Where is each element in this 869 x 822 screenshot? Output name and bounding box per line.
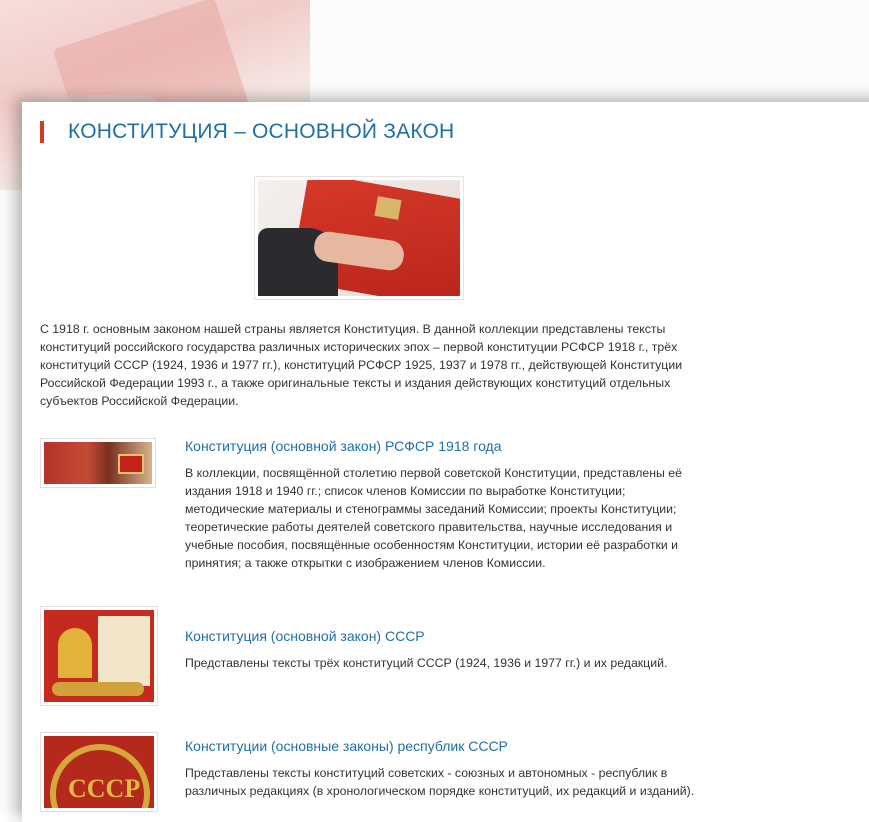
collection-title-link[interactable]: Конституция (основной закон) СССР bbox=[185, 628, 425, 644]
collection-description: Представлены тексты конституций советски… bbox=[185, 766, 695, 798]
thumbnail-image bbox=[44, 442, 152, 484]
thumbnail-image: СССР bbox=[44, 736, 154, 808]
thumbnail-emblem-text: СССР bbox=[68, 774, 141, 803]
collection-description: В коллекции, посвящённой столетию первой… bbox=[185, 466, 682, 570]
collection-title-link[interactable]: Конституции (основные законы) республик … bbox=[185, 738, 508, 754]
thumbnail-document bbox=[98, 616, 150, 686]
collection-description: Представлены тексты трёх конституций ССС… bbox=[185, 656, 668, 670]
title-accent-bar bbox=[40, 121, 44, 143]
thumbnail-branch bbox=[52, 682, 144, 696]
collection-thumbnail[interactable] bbox=[40, 438, 156, 488]
collection-thumbnail[interactable]: СССР bbox=[40, 732, 158, 812]
hero-emblem bbox=[374, 196, 402, 220]
hero-image bbox=[254, 176, 464, 300]
thumbnail-tower bbox=[58, 628, 92, 678]
intro-text: С 1918 г. основным законом нашей страны … bbox=[40, 322, 683, 408]
collection-title-link[interactable]: Конституция (основной закон) РСФСР 1918 … bbox=[185, 438, 502, 454]
hero-image-content bbox=[258, 180, 460, 296]
thumbnail-image bbox=[44, 610, 154, 702]
content-card: КОНСТИТУЦИЯ – ОСНОВНОЙ ЗАКОН С 1918 г. о… bbox=[22, 102, 869, 822]
page-header: КОНСТИТУЦИЯ – ОСНОВНОЙ ЗАКОН bbox=[40, 120, 454, 144]
page-title: КОНСТИТУЦИЯ – ОСНОВНОЙ ЗАКОН bbox=[68, 120, 455, 143]
collection-thumbnail[interactable] bbox=[40, 606, 158, 706]
